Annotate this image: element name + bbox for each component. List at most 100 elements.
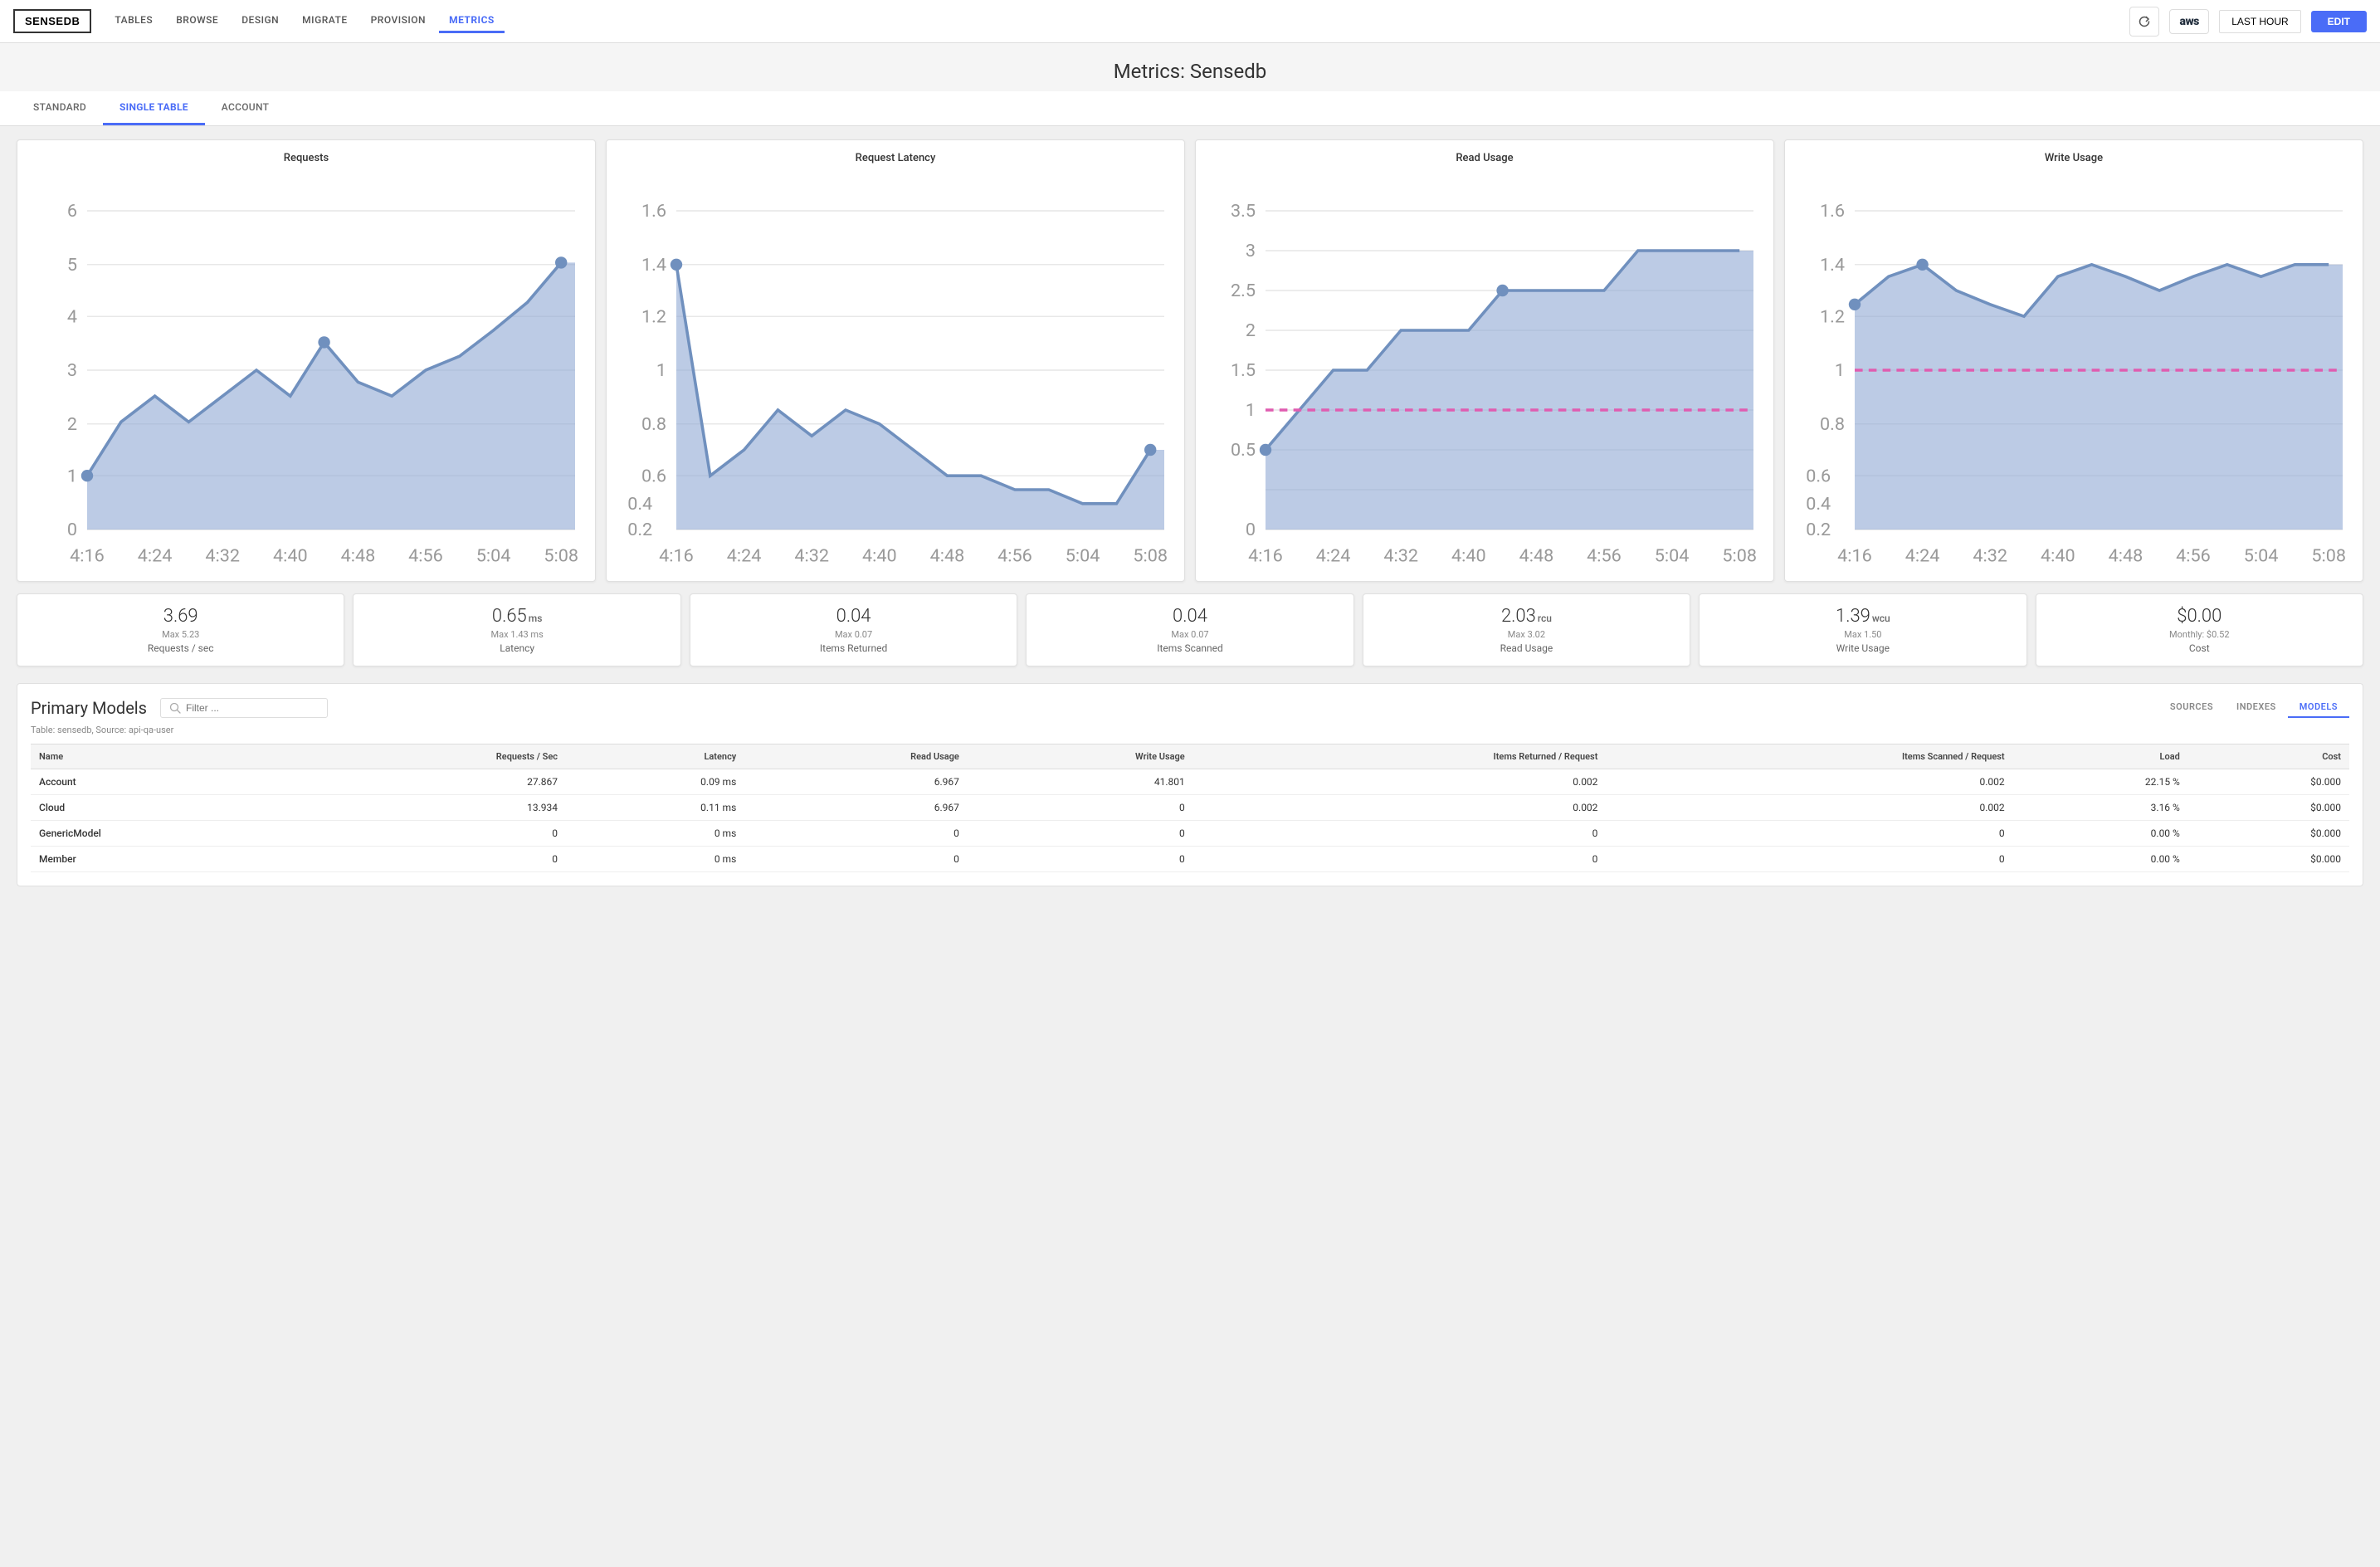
filter-input[interactable] [186,702,319,714]
stat-write-label: Write Usage [1709,642,2016,654]
svg-text:1.6: 1.6 [1820,201,1845,222]
row-load: 0.00 % [2013,847,2188,872]
svg-text:2: 2 [1246,320,1256,341]
table-row: GenericModel 0 0 ms 0 0 0 0 0.00 % $0.00… [31,821,2349,847]
svg-text:4:32: 4:32 [1973,545,2007,566]
stat-items-scanned-max: Max 0.07 [1036,629,1343,640]
row-write: 0 [968,821,1193,847]
last-hour-button[interactable]: LAST HOUR [2219,10,2300,33]
svg-text:0.2: 0.2 [1806,520,1831,540]
col-latency: Latency [566,744,744,769]
col-cost: Cost [2188,744,2349,769]
main-content: Requests 6 5 4 3 2 1 [0,126,2380,1567]
svg-text:5:04: 5:04 [476,545,511,566]
nav-metrics[interactable]: METRICS [439,9,505,33]
row-cost: $0.000 [2188,769,2349,795]
row-latency: 0 ms [566,847,744,872]
tab-account[interactable]: ACCOUNT [205,91,285,125]
stat-cost-value: $0.00 [2046,606,2353,627]
row-name: Cloud [31,795,300,821]
svg-text:3.5: 3.5 [1231,201,1256,222]
chart-latency-title: Request Latency [617,152,1174,164]
svg-text:5:08: 5:08 [1133,545,1168,566]
svg-text:1.2: 1.2 [1820,306,1845,327]
stat-items-scanned-value: 0.04 [1036,606,1343,627]
svg-text:4:40: 4:40 [1451,545,1486,566]
nav-browse[interactable]: BROWSE [166,9,228,33]
svg-text:4:40: 4:40 [2041,545,2075,566]
svg-text:4: 4 [67,306,77,327]
svg-text:4:24: 4:24 [1316,545,1351,566]
row-latency: 0.09 ms [566,769,744,795]
svg-text:4:56: 4:56 [1587,545,1622,566]
row-items-ret: 0.002 [1193,769,1607,795]
models-tab-models[interactable]: MODELS [2288,697,2349,718]
svg-text:3: 3 [1246,241,1256,261]
stat-items-returned-value: 0.04 [700,606,1007,627]
col-items-ret: Items Returned / Request [1193,744,1607,769]
chart-requests-title: Requests [27,152,585,164]
stat-write-usage: 1.39wcu Max 1.50 Write Usage [1699,593,2026,666]
nav-provision[interactable]: PROVISION [361,9,436,33]
nav-design[interactable]: DESIGN [232,9,289,33]
row-cost: $0.000 [2188,847,2349,872]
svg-text:1: 1 [67,466,77,486]
row-items-scan: 0.002 [1606,795,2012,821]
chart-read-usage: Read Usage 3.5 3 2.5 2 1.5 [1195,139,1774,582]
stat-cost-max: Monthly: $0.52 [2046,629,2353,640]
stat-read-max: Max 3.02 [1373,629,1680,640]
chart-latency: Request Latency 1.6 1.4 1.2 1 0.8 0.6 [606,139,1185,582]
stat-read-label: Read Usage [1373,642,1680,654]
row-items-ret: 0 [1193,847,1607,872]
svg-text:0.6: 0.6 [641,466,666,486]
svg-text:0.5: 0.5 [1231,440,1256,461]
models-title: Primary Models [31,698,147,718]
models-tab-indexes[interactable]: INDEXES [2225,697,2288,718]
chart-requests: Requests 6 5 4 3 2 1 [17,139,596,582]
top-nav: SENSEDB TABLES BROWSE DESIGN MIGRATE PRO… [0,0,2380,43]
models-table: Name Requests / Sec Latency Read Usage W… [31,744,2349,872]
svg-text:1.5: 1.5 [1231,360,1256,381]
brand-button[interactable]: SENSEDB [13,9,91,33]
svg-text:4:24: 4:24 [727,545,762,566]
svg-text:3: 3 [67,360,77,381]
stat-latency: 0.65ms Max 1.43 ms Latency [353,593,680,666]
svg-text:4:56: 4:56 [408,545,443,566]
edit-button[interactable]: EDIT [2311,11,2367,32]
svg-text:4:48: 4:48 [930,545,965,566]
row-read: 0 [744,821,968,847]
svg-text:0.2: 0.2 [627,520,652,540]
row-write: 41.801 [968,769,1193,795]
row-read: 0 [744,847,968,872]
chart-read-title: Read Usage [1206,152,1763,164]
svg-text:1: 1 [1246,400,1256,421]
svg-text:1.6: 1.6 [641,201,666,222]
nav-tables[interactable]: TABLES [105,9,163,33]
row-latency: 0 ms [566,821,744,847]
page-title: Metrics: Sensedb [0,60,2380,83]
nav-migrate[interactable]: MIGRATE [292,9,357,33]
filter-wrap [160,698,328,718]
svg-text:4:16: 4:16 [659,545,694,566]
row-requests: 0 [300,847,566,872]
stat-cost-label: Cost [2046,642,2353,654]
row-cost: $0.000 [2188,795,2349,821]
stat-items-returned-max: Max 0.07 [700,629,1007,640]
nav-items: TABLES BROWSE DESIGN MIGRATE PROVISION M… [105,9,504,33]
row-items-ret: 0.002 [1193,795,1607,821]
svg-text:4:48: 4:48 [2109,545,2143,566]
refresh-button[interactable] [2129,7,2159,37]
table-row: Account 27.867 0.09 ms 6.967 41.801 0.00… [31,769,2349,795]
tab-single-table[interactable]: SINGLE TABLE [103,91,205,125]
models-tab-sources[interactable]: SOURCES [2158,697,2225,718]
row-requests: 0 [300,821,566,847]
models-section: Primary Models SOURCES INDEXES MODELS Ta… [17,683,2363,886]
row-load: 0.00 % [2013,821,2188,847]
row-cost: $0.000 [2188,821,2349,847]
row-latency: 0.11 ms [566,795,744,821]
tab-standard[interactable]: STANDARD [17,91,103,125]
svg-text:0.6: 0.6 [1806,466,1831,486]
svg-text:4:56: 4:56 [997,545,1032,566]
svg-text:5:08: 5:08 [1722,545,1757,566]
svg-text:0: 0 [67,520,77,540]
